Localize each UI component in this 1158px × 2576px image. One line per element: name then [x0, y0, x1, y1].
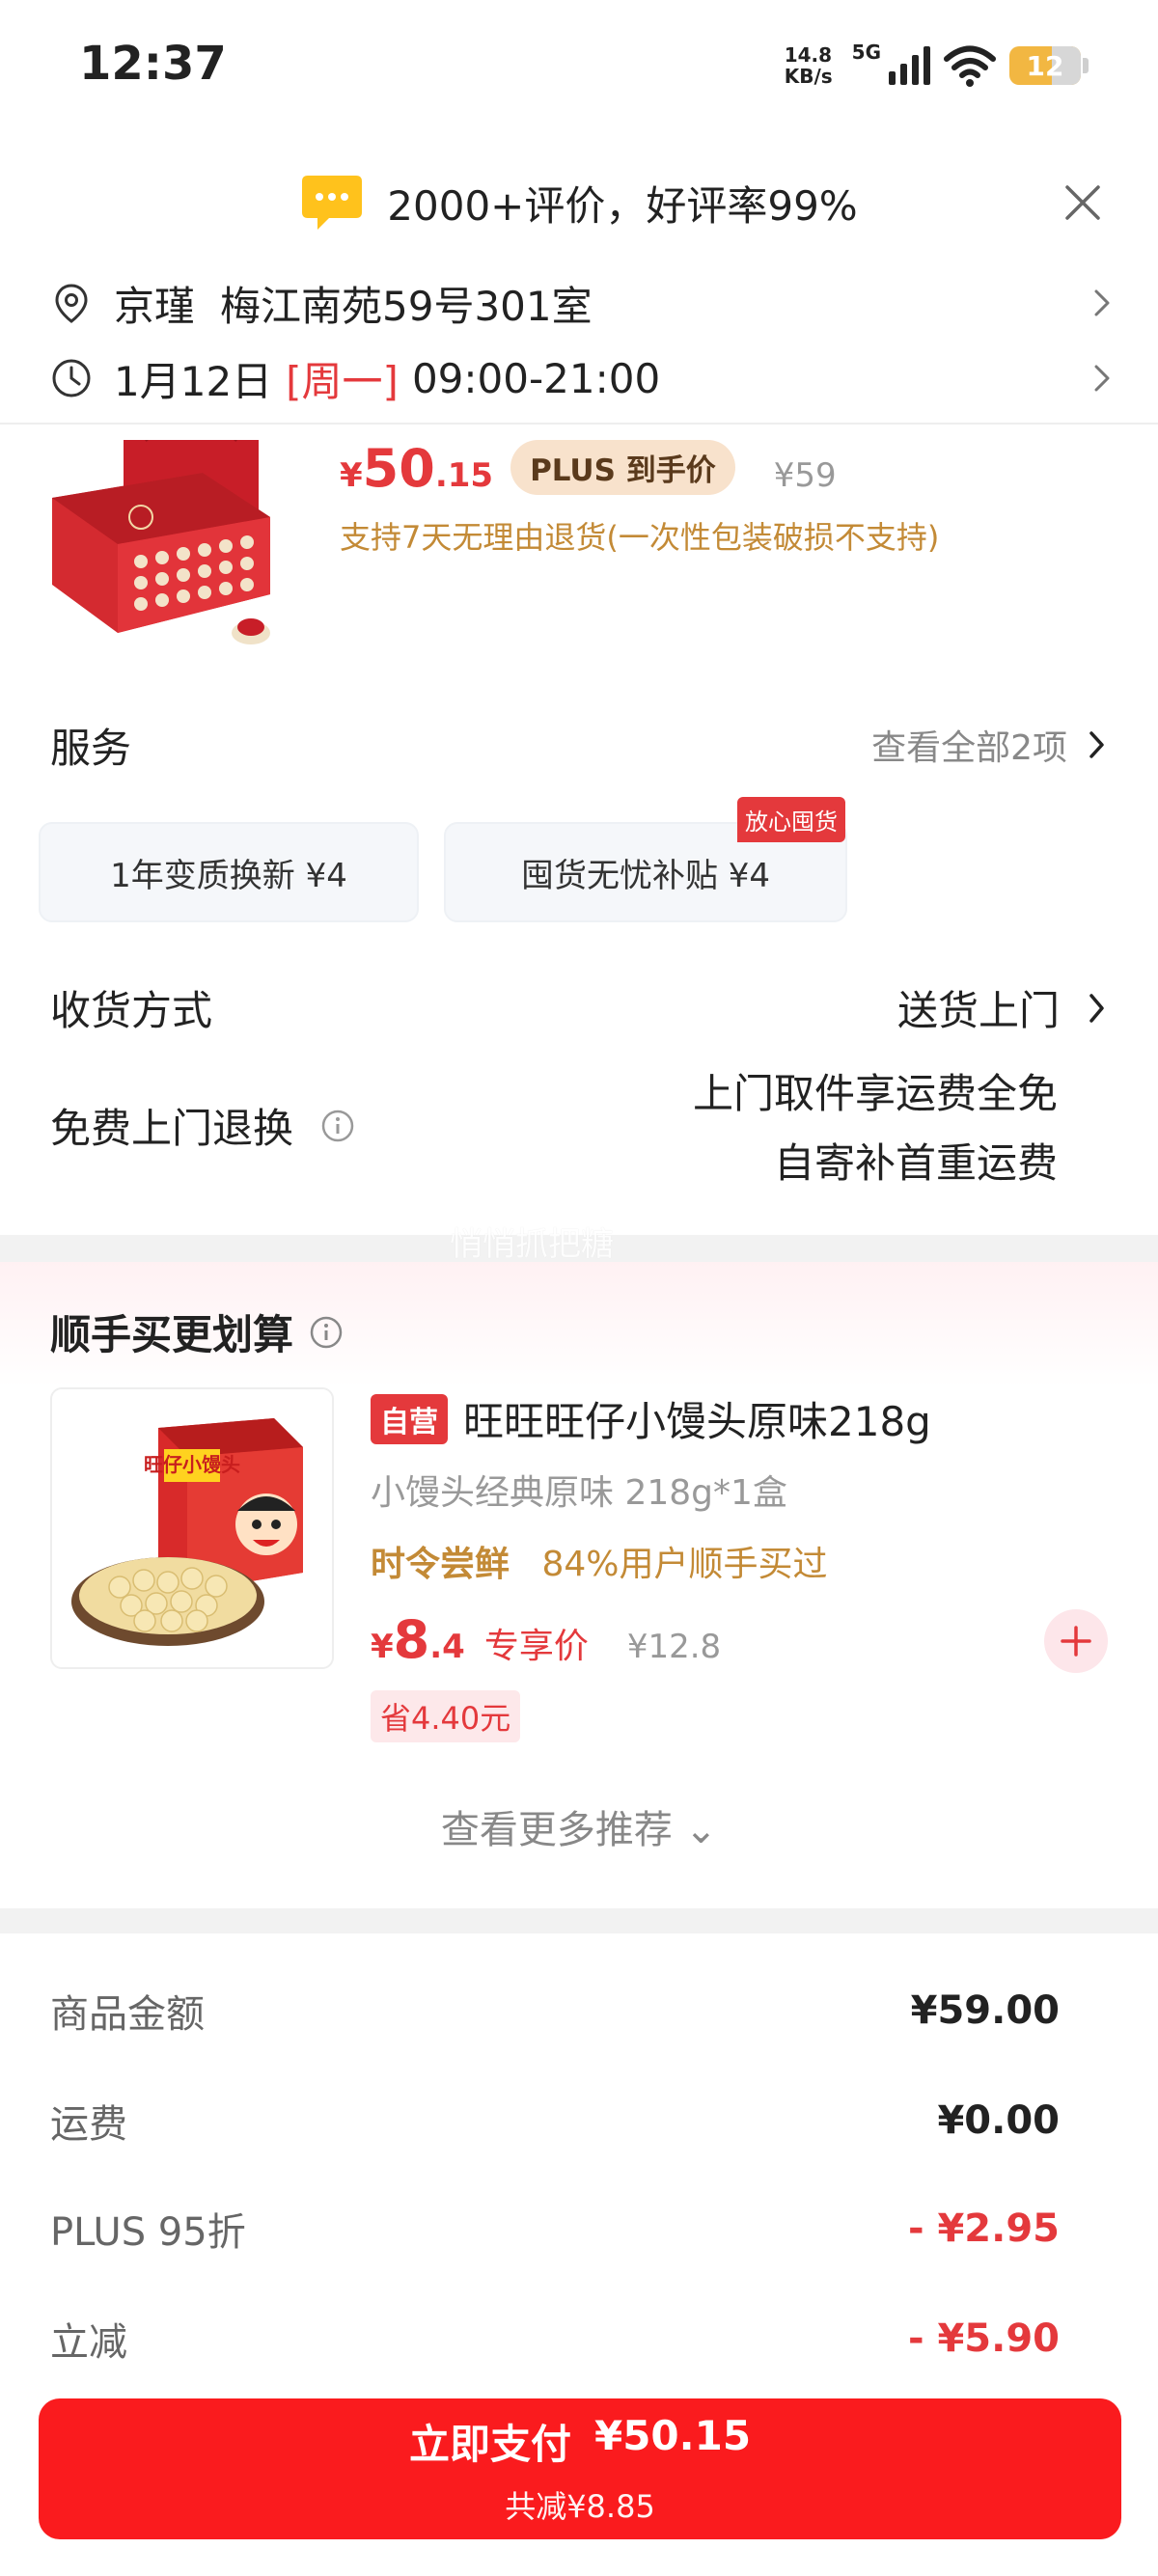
location-pin-icon [55, 284, 88, 323]
close-icon[interactable] [1062, 181, 1104, 224]
add-to-order-button[interactable] [1044, 1609, 1108, 1673]
summary-value: ¥0.00 [937, 2098, 1060, 2143]
plus-price-badge: PLUS 到手价 [510, 440, 735, 495]
buy-rate-tag: 84%用户顺手买过 [541, 1545, 828, 1584]
product-price-row: ¥ 50 .15 PLUS 到手价 ¥59 [340, 438, 837, 499]
return-policy: 支持7天无理由退货(一次性包装破损不支持) [340, 519, 940, 556]
address-detail: 梅江南苑59号301室 [220, 282, 593, 330]
product-image[interactable] [48, 440, 299, 662]
recommend-item-tags: 时令尝鲜 84%用户顺手买过 [371, 1536, 828, 1586]
network-speed: 14.8 KB/s [785, 44, 833, 87]
pay-label: 立即支付 [408, 2420, 571, 2468]
view-more-recommend[interactable]: 查看更多推荐 ⌄ [0, 1798, 1158, 1854]
clock-icon [52, 359, 91, 397]
delivery-weekday: [周一] [286, 357, 399, 405]
summary-row-plus-discount: PLUS 95折 - ¥2.95 [50, 2200, 1060, 2258]
price-integer: 50 [362, 438, 435, 499]
network-type: 5G [851, 41, 881, 64]
chat-bubble-icon [302, 176, 363, 230]
summary-row-shipping: 运费 ¥0.00 [50, 2092, 1060, 2150]
service-card-label: 1年变质换新 ¥4 [110, 856, 347, 895]
battery-level: 12 [1026, 49, 1064, 82]
service-card-quality[interactable]: 1年变质换新 ¥4 [39, 822, 419, 922]
summary-label: PLUS 95折 [50, 2210, 246, 2255]
chevron-right-icon [1089, 993, 1104, 1023]
info-icon[interactable] [320, 1109, 355, 1143]
recommend-item-image[interactable]: 旺仔小馒头 [50, 1387, 334, 1669]
pay-amount: ¥50.15 [593, 2411, 752, 2459]
chevron-right-icon [1094, 365, 1110, 392]
pay-main-line: 立即支付 ¥50.15 [409, 2412, 751, 2471]
summary-value: - ¥2.95 [907, 2206, 1060, 2251]
recommend-title: 顺手买更划算 [50, 1311, 294, 1358]
stockup-tag: 放心囤货 [737, 797, 845, 842]
free-return-line2: 自寄补首重运费 [773, 1139, 1058, 1187]
summary-label: 商品金额 [50, 1992, 205, 2037]
price-decimal: .15 [434, 456, 494, 495]
free-return-detail: 上门取件享运费全免 自寄补首重运费 [693, 1059, 1058, 1198]
summary-row-goods: 商品金额 ¥59.00 [50, 1982, 1060, 2040]
wifi-icon [944, 45, 996, 87]
receive-title: 收货方式 [50, 987, 213, 1034]
receive-method-value: 送货上门 [896, 987, 1060, 1034]
exclusive-price-label: 专享价 [483, 1627, 589, 1666]
status-indicators: 14.8 KB/s 5G 12 [785, 37, 1089, 95]
recommend-item-spec: 小馒头经典原味 218g*1盒 [371, 1473, 787, 1513]
service-card-stockup[interactable]: 囤货无忧补贴 ¥4 放心囤货 [444, 797, 847, 922]
receive-method[interactable]: 送货上门 [897, 978, 1106, 1037]
section-gap [0, 1908, 1158, 1933]
delivery-window: 09:00-21:00 [411, 354, 661, 402]
free-return-title: 免费上门退换 [50, 1105, 294, 1152]
net-speed-unit: KB/s [784, 65, 833, 88]
recommend-item-price-row: ¥ 8 .4 专享价 ¥12.8 [371, 1609, 721, 1670]
info-icon[interactable] [309, 1315, 344, 1350]
service-card-label: 囤货无忧补贴 ¥4 [520, 856, 771, 895]
price-decimal: .4 [429, 1628, 465, 1666]
pay-now-button[interactable]: 立即支付 ¥50.15 共减¥8.85 [39, 2398, 1121, 2539]
box-text: 旺仔小馒头 [144, 1453, 240, 1476]
price-symbol: ¥ [371, 1628, 394, 1666]
delivery-time-row[interactable]: 1月12日 [周一] 09:00-21:00 [50, 347, 1112, 409]
status-time: 12:37 [79, 37, 227, 91]
original-price: ¥59 [773, 456, 837, 495]
service-view-all-label: 查看全部2项 [871, 728, 1067, 768]
summary-row-instant-discount: 立减 - ¥5.90 [50, 2310, 1060, 2368]
free-return-row: 免费上门退换 [50, 1096, 355, 1155]
summary-value: - ¥5.90 [907, 2316, 1060, 2361]
original-price: ¥12.8 [626, 1628, 722, 1666]
status-bar: 12:37 14.8 KB/s 5G 12 [0, 0, 1158, 135]
summary-label: 立减 [50, 2320, 127, 2365]
summary-value: ¥59.00 [910, 1988, 1060, 2033]
review-text: 2000+评价，好评率99% [387, 181, 858, 230]
delivery-date: 1月12日 [114, 357, 273, 405]
signal-icon [889, 46, 930, 85]
service-view-all[interactable]: 查看全部2项 [871, 720, 1106, 770]
divider [0, 423, 1158, 425]
pay-saved-amount: 共减¥8.85 [505, 2487, 655, 2525]
watermark: 悄悄抓把糖 [450, 1225, 614, 1264]
address-row[interactable]: 京瑾 梅江南苑59号301室 [50, 272, 1112, 334]
battery-icon: 12 [1009, 46, 1089, 85]
plus-icon [1061, 1626, 1091, 1657]
save-amount-tag: 省4.40元 [371, 1690, 521, 1742]
chevron-right-icon [1089, 731, 1104, 758]
price-symbol: ¥ [340, 456, 363, 495]
price-integer: 8 [393, 1609, 430, 1670]
free-return-line1: 上门取件享运费全免 [692, 1070, 1058, 1117]
recommend-item-title[interactable]: 自营 旺旺旺仔小馒头原味218g [371, 1389, 931, 1448]
seasonal-tag: 时令尝鲜 [371, 1545, 510, 1584]
review-banner: 2000+评价，好评率99% [0, 164, 1158, 241]
address-name: 京瑾 [114, 282, 196, 330]
chevron-right-icon [1094, 289, 1110, 316]
net-speed-value: 14.8 [784, 43, 833, 67]
summary-label: 运费 [50, 2102, 127, 2147]
recommend-item-name: 旺旺旺仔小馒头原味218g [463, 1398, 931, 1445]
service-title: 服务 [50, 725, 132, 772]
self-operated-badge: 自营 [371, 1393, 448, 1444]
recommend-title-row: 顺手买更划算 [50, 1302, 344, 1361]
